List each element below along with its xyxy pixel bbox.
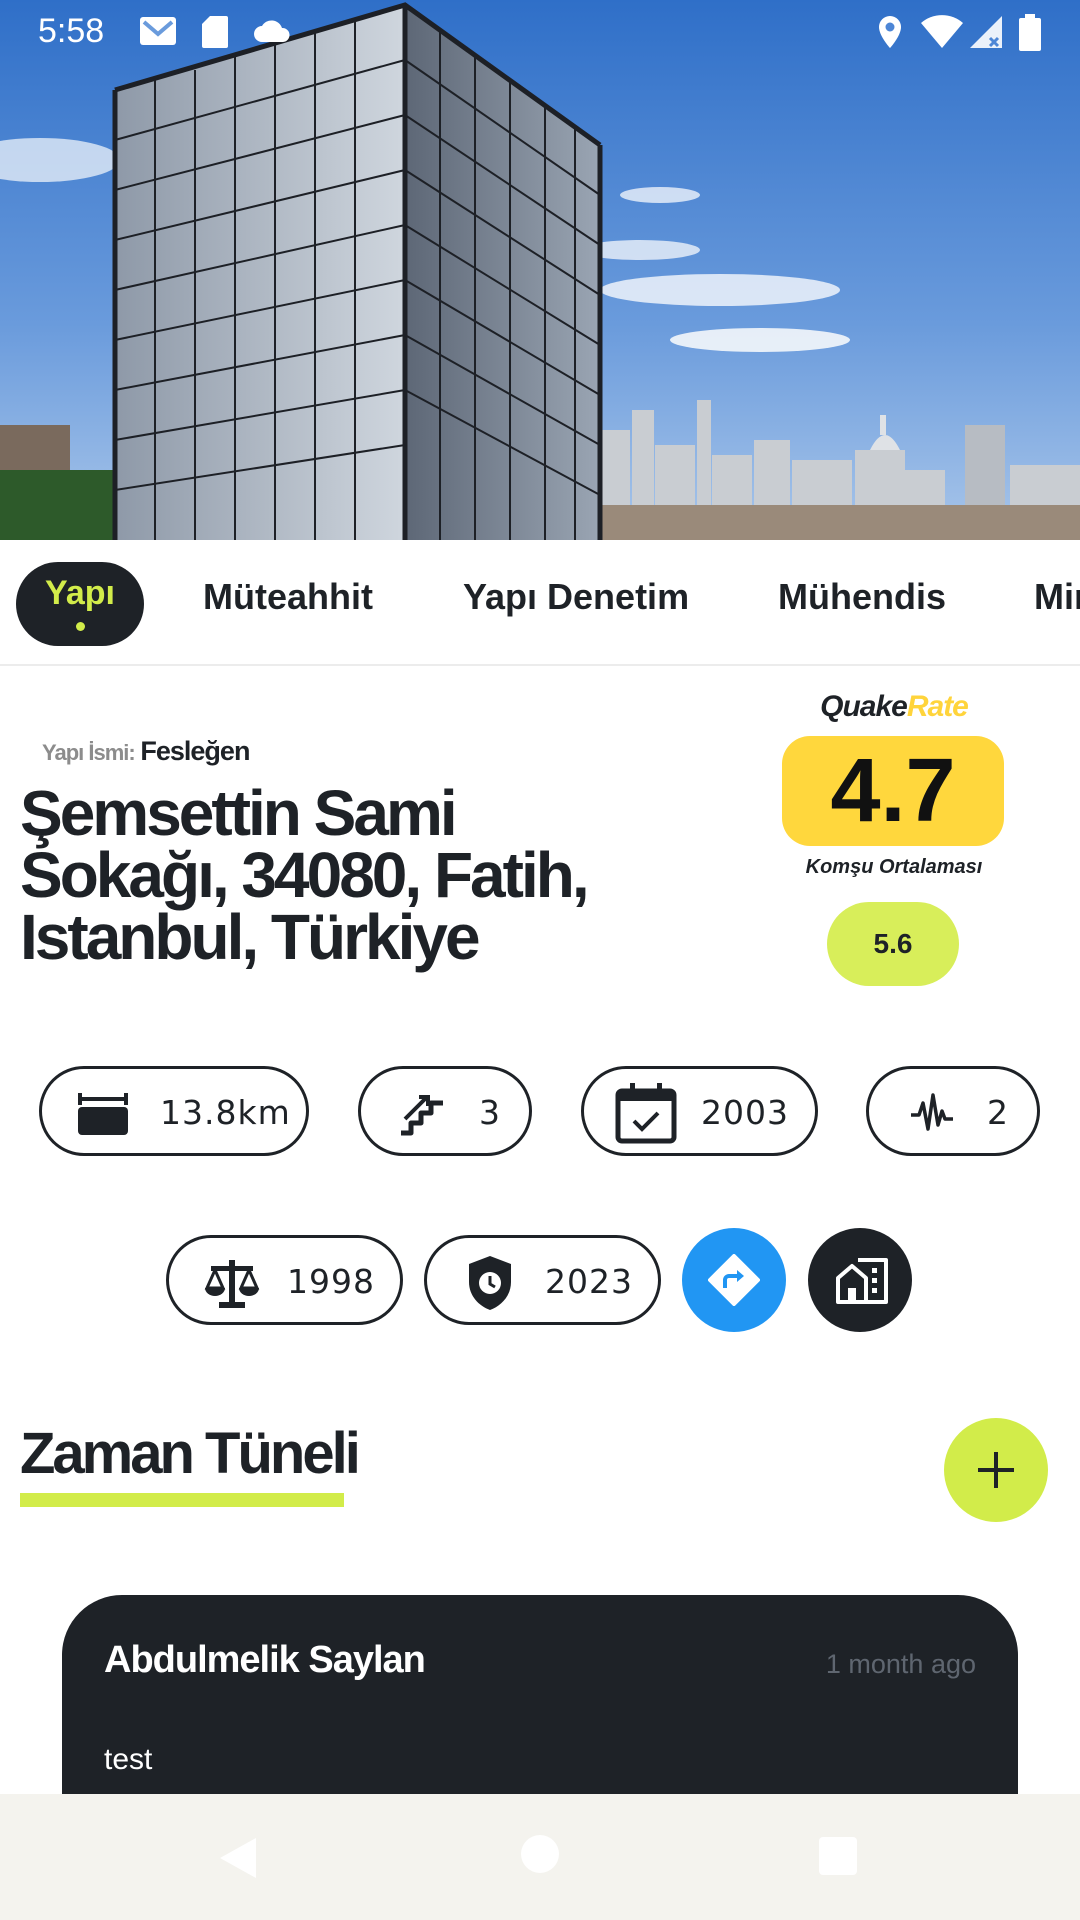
tab-muhendis[interactable]: Mühendis [778,576,946,618]
wifi-icon [920,14,964,55]
brand-rate: Rate [906,690,969,723]
building-name: Fesleğen [140,736,250,766]
distance-chip[interactable]: 13.8km [39,1066,309,1156]
tab-label: Yapı [45,574,115,612]
building-address: Şemsettin Sami Sokağı, 34080, Fatih, Ist… [20,777,590,973]
active-tab-indicator [76,622,85,631]
stairs-icon [397,1089,447,1139]
neighbor-average-label: Komşu Ortalaması [805,856,983,878]
timeline-title-underline [20,1493,344,1507]
regulation-year-value: 1998 [287,1262,375,1301]
recents-icon[interactable] [816,1834,860,1883]
floors-value: 3 [479,1093,501,1132]
post-timestamp: 1 month ago [825,1649,976,1679]
buildings-button[interactable] [808,1228,912,1332]
timeline-title: Zaman Tüneli [20,1421,361,1486]
building-hero-image [0,0,1080,540]
fault-line-icon [76,1089,128,1139]
system-navigation-bar [0,1794,1080,1920]
location-icon [876,14,904,55]
quake-rate-logo: QuakeRate [776,690,1012,724]
directions-button[interactable] [682,1228,786,1332]
year-built-chip[interactable]: 2003 [581,1066,818,1156]
directions-icon [708,1254,760,1306]
regulation-year-chip[interactable]: 1998 [166,1235,403,1325]
battery-icon [1018,14,1042,57]
status-bar: 5:58 [0,0,1080,64]
building-name-label: Yapı İsmi: [42,740,136,765]
scale-icon [203,1254,261,1312]
tab-yapi[interactable]: Yapı [16,562,144,646]
neighbor-average-score: 5.6 [827,902,959,986]
tab-muteahhit[interactable]: Müteahhit [203,576,373,618]
brand-quake: Quake [820,690,908,723]
shield-clock-icon [467,1254,513,1312]
post-author: Abdulmelik Saylan [104,1639,426,1681]
add-timeline-post-button[interactable] [944,1418,1048,1522]
buildings-icon [836,1258,888,1304]
post-body: test [104,1743,153,1776]
plus-icon [978,1452,1014,1488]
quake-rate-score: 4.7 [782,736,1004,846]
year-built-value: 2003 [701,1093,789,1132]
signal-icon [968,14,1004,55]
category-tabs: Yapı Müteahhit Yapı Denetim Mühendis Mim… [0,540,1080,666]
status-time: 5:58 [38,12,105,50]
calendar-icon [614,1081,678,1145]
inspection-year-chip[interactable]: 2023 [424,1235,661,1325]
inspection-year-value: 2023 [545,1262,633,1301]
floors-chip[interactable]: 3 [358,1066,532,1156]
seismic-wave-icon [909,1089,959,1139]
cloud-icon [252,18,292,49]
back-icon[interactable] [216,1834,260,1887]
distance-value: 13.8km [160,1093,291,1132]
gmail-icon [138,14,178,53]
sd-card-icon [200,14,230,55]
building-name-row: Yapı İsmi: Fesleğen [42,736,250,767]
earthquakes-value: 2 [987,1093,1009,1132]
tab-mimar[interactable]: Mimar [1034,576,1080,618]
tab-yapi-denetim[interactable]: Yapı Denetim [463,576,689,618]
home-icon[interactable] [518,1832,562,1881]
earthquakes-chip[interactable]: 2 [866,1066,1040,1156]
